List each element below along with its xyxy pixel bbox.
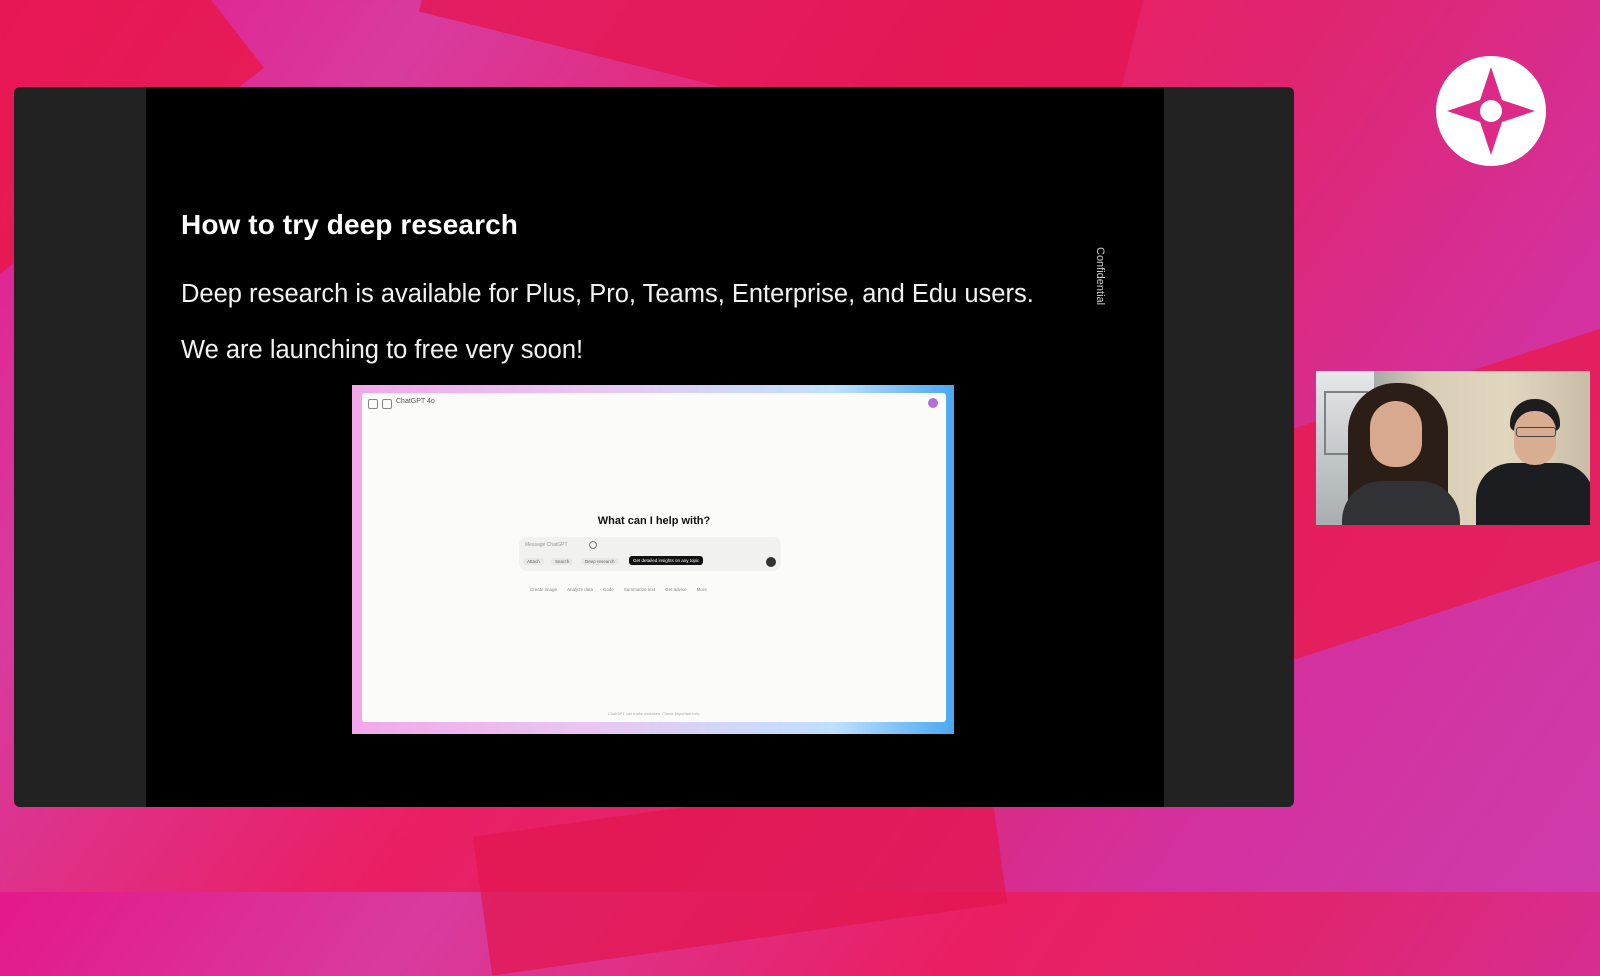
suggestion-row: Create image Analyze data Code Summarize… bbox=[530, 587, 707, 592]
new-chat-icon bbox=[382, 399, 392, 409]
slide-title: How to try deep research bbox=[181, 209, 518, 240]
suggestion-item: Create image bbox=[530, 587, 558, 592]
presenter-2-glasses bbox=[1516, 427, 1556, 437]
suggestion-item: Code bbox=[603, 587, 614, 592]
presentation-stage: How to try deep research Deep research i… bbox=[14, 87, 1294, 807]
presenter-2-face bbox=[1514, 411, 1556, 465]
suggestion-item: More bbox=[696, 587, 707, 592]
slide-availability-text: Deep research is available for Plus, Pro… bbox=[181, 280, 1034, 308]
screenshot-heading: What can I help with? bbox=[597, 515, 711, 527]
attach-chip: Attach bbox=[523, 558, 544, 565]
presenter-1-face bbox=[1370, 401, 1422, 467]
sidebar-toggle-icon bbox=[368, 399, 378, 409]
embedded-screenshot-frame: ChatGPT 4o What can I help with? Message… bbox=[352, 385, 954, 734]
screenshot-footer: ChatGPT can make mistakes. Check importa… bbox=[608, 711, 700, 716]
embedded-screenshot: ChatGPT 4o What can I help with? Message… bbox=[362, 393, 946, 722]
suggestion-item: Get advice bbox=[665, 587, 687, 592]
suggestion-item: Analyze data bbox=[567, 587, 594, 592]
avatar bbox=[928, 398, 938, 408]
presenter-1-body bbox=[1342, 481, 1460, 525]
composer-placeholder: Message ChatGPT bbox=[525, 542, 568, 548]
deep-research-tooltip: Get detailed insights on any topic bbox=[629, 556, 704, 565]
slide: How to try deep research Deep research i… bbox=[146, 87, 1164, 807]
send-icon bbox=[766, 557, 776, 567]
message-composer: Message ChatGPT Attach Search Deep resea… bbox=[519, 537, 781, 571]
search-chip: Search bbox=[551, 558, 574, 565]
webcam-feed bbox=[1316, 371, 1590, 525]
suggestion-item: Summarize text bbox=[623, 587, 656, 592]
star-circle-logo-icon bbox=[1436, 56, 1546, 166]
cursor-icon bbox=[589, 541, 597, 549]
confidential-label: Confidential bbox=[1094, 247, 1106, 306]
presenter-2-body bbox=[1476, 463, 1590, 525]
model-selector: ChatGPT 4o bbox=[396, 398, 435, 405]
slide-launch-text: We are launching to free very soon! bbox=[181, 336, 584, 364]
deep-research-chip: Deep research bbox=[581, 558, 619, 565]
